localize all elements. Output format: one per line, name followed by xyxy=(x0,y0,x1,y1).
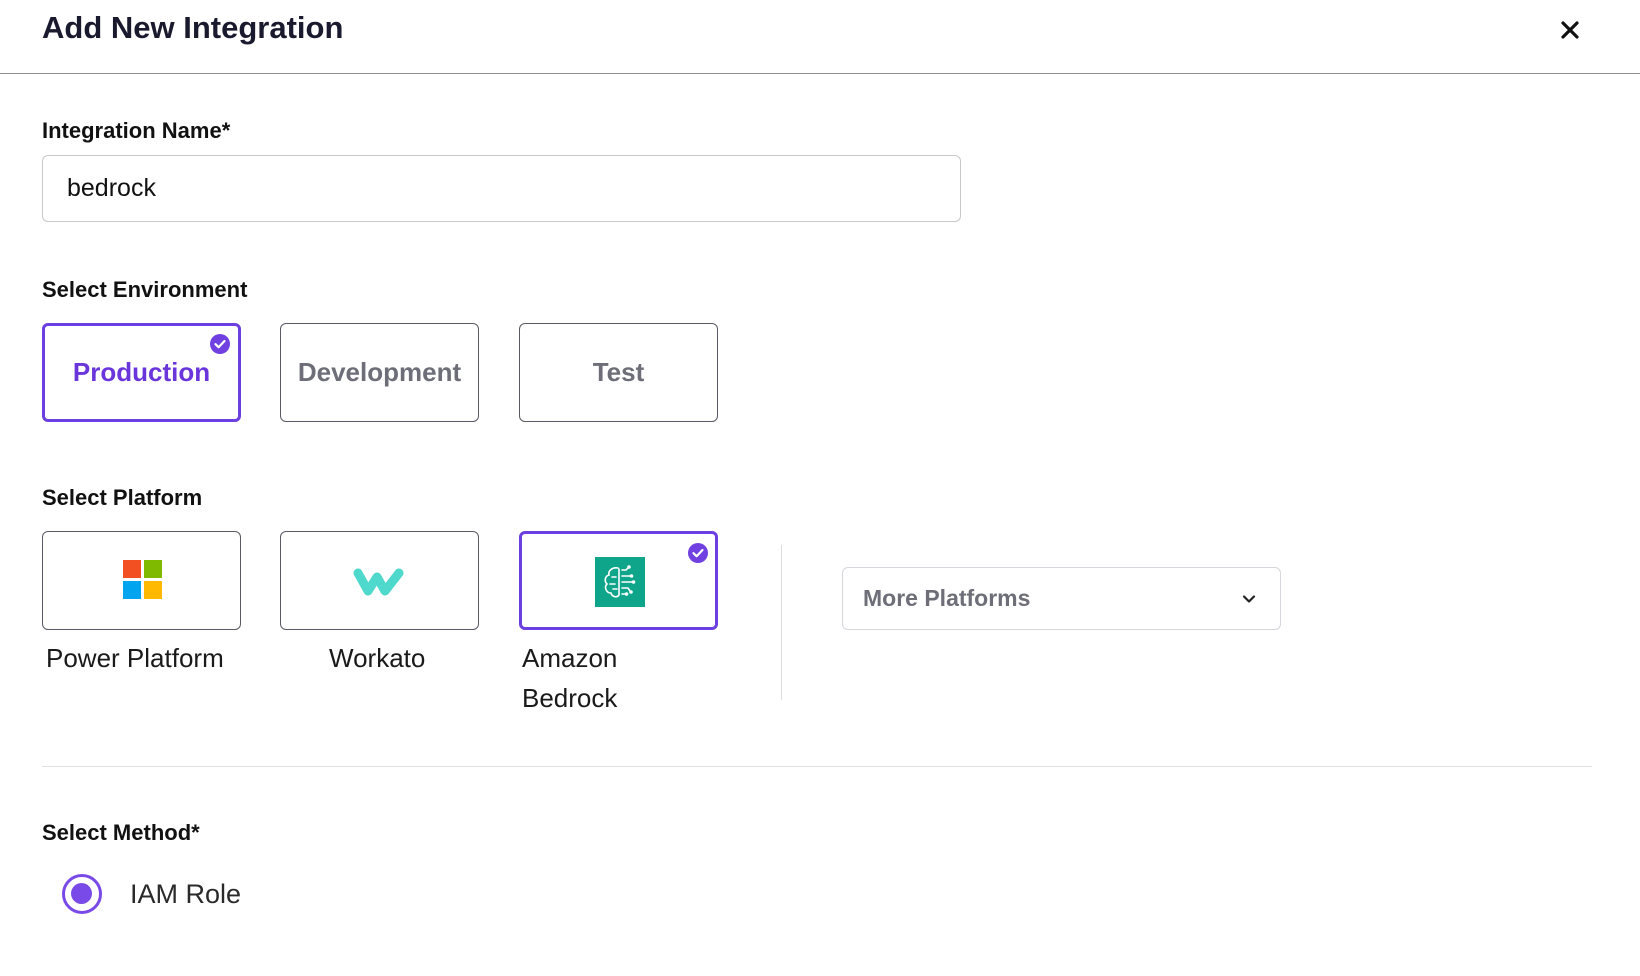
amazon-bedrock-logo-icon xyxy=(595,557,645,607)
platform-option-amazon-bedrock[interactable] xyxy=(519,531,718,630)
check-circle-icon xyxy=(210,334,230,354)
environment-option-development[interactable]: Development xyxy=(280,323,479,422)
environment-option-test[interactable]: Test xyxy=(519,323,718,422)
dialog-title: Add New Integration xyxy=(42,10,344,45)
platform-option-label: Amazon Bedrock xyxy=(522,643,618,713)
platform-option-label: Workato xyxy=(329,643,426,673)
close-icon[interactable] xyxy=(1552,12,1588,48)
more-platforms-label: More Platforms xyxy=(863,585,1031,611)
workato-logo-icon xyxy=(353,568,404,596)
iam-role-label[interactable]: IAM Role xyxy=(130,879,241,910)
integration-name-input[interactable] xyxy=(42,155,961,222)
platform-option-label: Power Platform xyxy=(46,643,224,673)
environment-label: Select Environment xyxy=(42,277,248,302)
iam-role-radio[interactable] xyxy=(62,874,102,914)
platform-label: Select Platform xyxy=(42,485,203,510)
integration-name-label: Integration Name* xyxy=(42,118,231,143)
chevron-down-icon xyxy=(1242,595,1256,603)
radio-selected-dot xyxy=(71,883,92,904)
platform-option-workato[interactable] xyxy=(280,531,479,630)
environment-option-label: Test xyxy=(592,357,645,387)
environment-option-production[interactable]: Production xyxy=(42,323,241,422)
more-platforms-dropdown[interactable]: More Platforms xyxy=(842,567,1281,630)
check-circle-icon xyxy=(688,543,708,563)
environment-option-label: Production xyxy=(72,357,211,387)
method-label: Select Method* xyxy=(42,820,200,845)
environment-option-label: Development xyxy=(297,357,462,387)
section-divider xyxy=(42,766,1592,767)
vertical-divider xyxy=(781,545,782,700)
dialog-header: Add New Integration xyxy=(0,0,1640,74)
microsoft-logo-icon xyxy=(123,560,162,599)
platform-option-power-platform[interactable] xyxy=(42,531,241,630)
